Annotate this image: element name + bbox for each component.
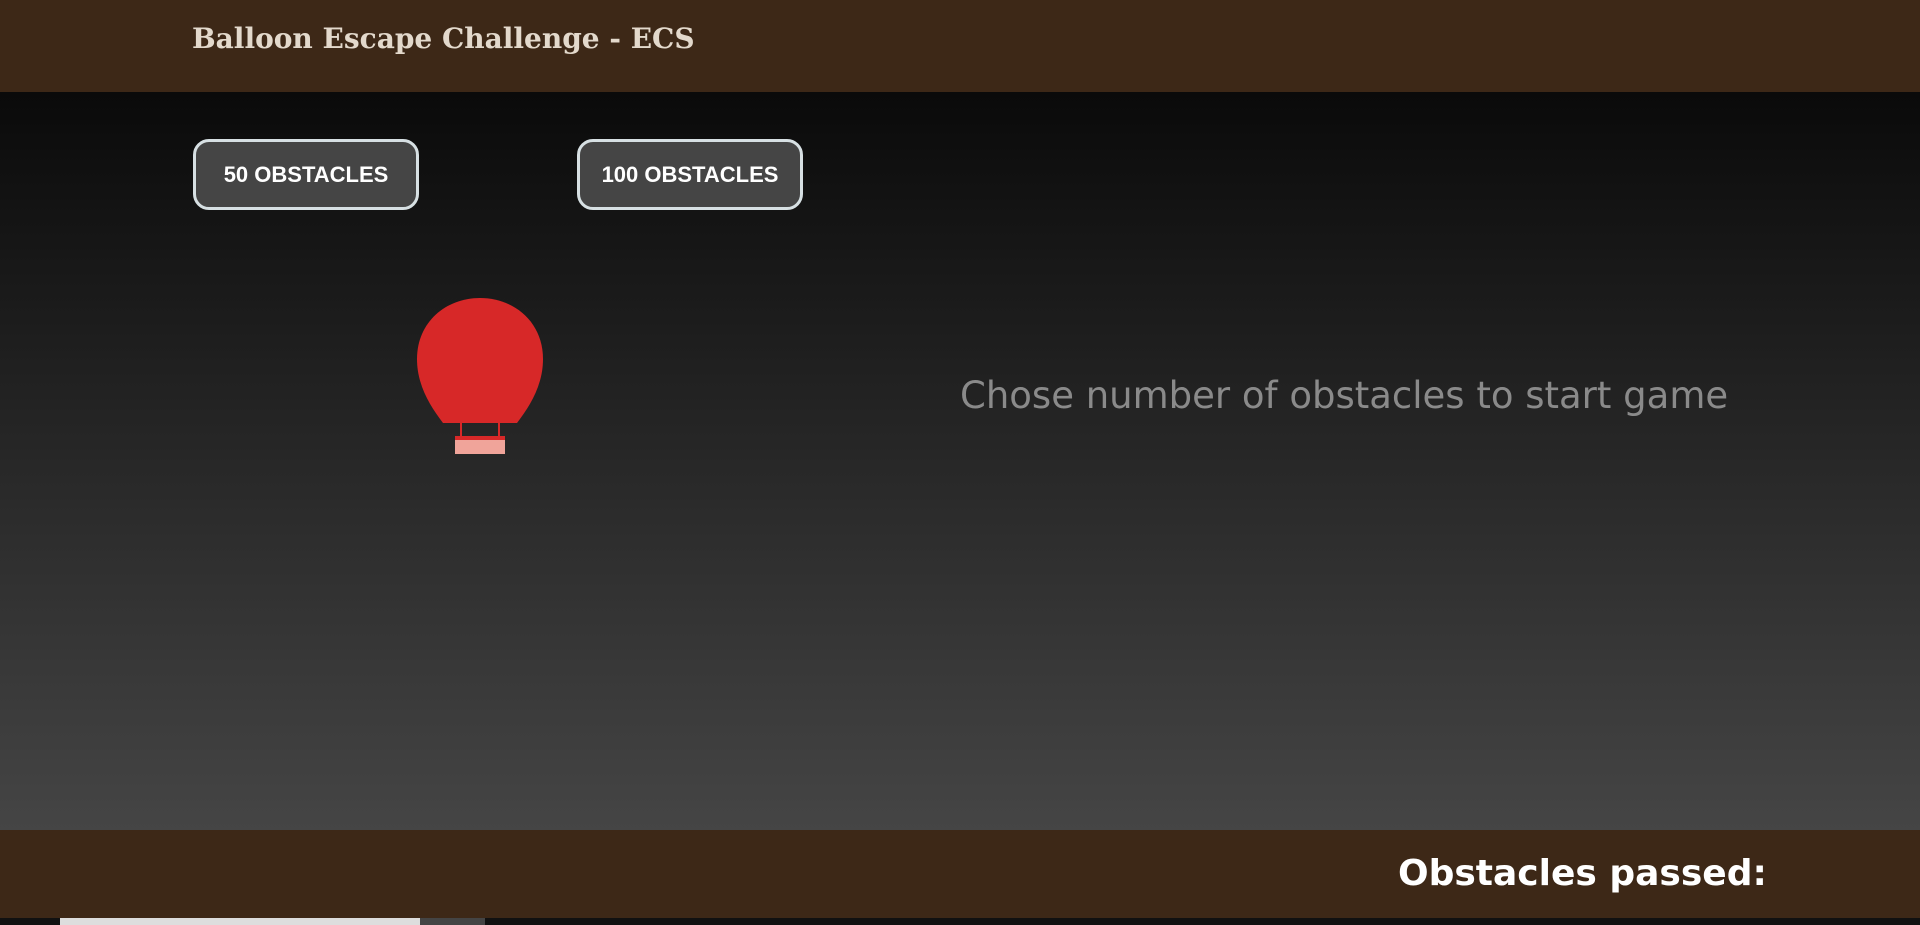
start-game-message: Chose number of obstacles to start game — [960, 374, 1729, 417]
bottom-strip-segment — [420, 918, 485, 925]
balloon-player — [417, 298, 543, 454]
obstacles-passed-label: Obstacles passed: — [1398, 853, 1767, 894]
balloon-envelope — [417, 298, 543, 423]
header-bar: Balloon Escape Challenge - ECS — [0, 0, 1920, 92]
fifty-obstacles-button[interactable]: 50 OBSTACLES — [193, 139, 419, 210]
bottom-strip-segment — [60, 918, 420, 925]
page-title: Balloon Escape Challenge - ECS — [192, 22, 695, 55]
balloon-basket-rim — [455, 436, 505, 440]
hundred-obstacles-button[interactable]: 100 OBSTACLES — [577, 139, 803, 210]
